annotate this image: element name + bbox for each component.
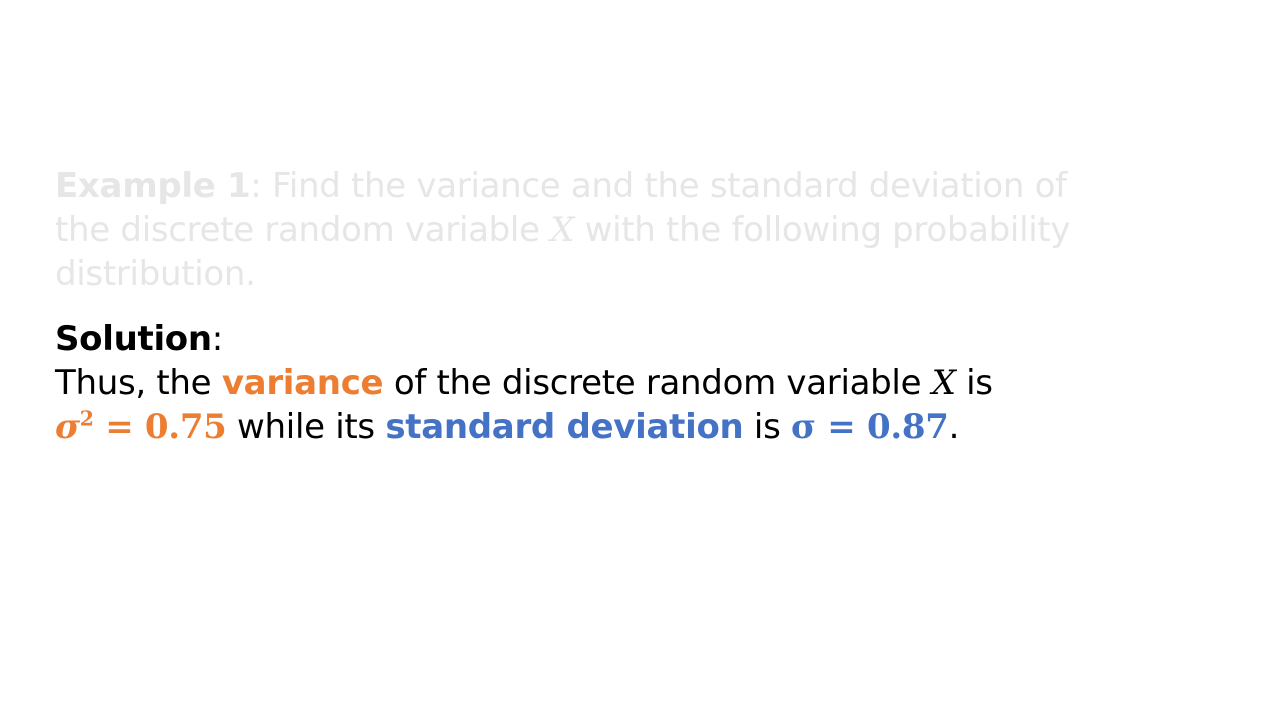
sd-term: standard deviation (385, 407, 744, 447)
example-text: Example 1: Find the variance and the sta… (55, 164, 1071, 296)
sd-formula: σ = 0.87 (791, 407, 949, 447)
solution-text: Solution: Thus, the variance of the disc… (55, 317, 993, 449)
example-line-1: Example 1: Find the variance and the sta… (55, 166, 1067, 206)
example-line-3: distribution. (55, 254, 256, 294)
variance-term: variance (221, 363, 384, 403)
variance-formula: σ2 = 0.75 (55, 406, 227, 447)
solution-line-1: Thus, the variance of the discrete rando… (55, 363, 993, 403)
example-line-2: the discrete random variable X with the … (55, 210, 1071, 250)
solution-heading: Solution: (55, 319, 223, 359)
example-label: Example 1 (55, 166, 251, 206)
solution-line-2: σ2 = 0.75 while its standard deviation i… (55, 406, 960, 447)
